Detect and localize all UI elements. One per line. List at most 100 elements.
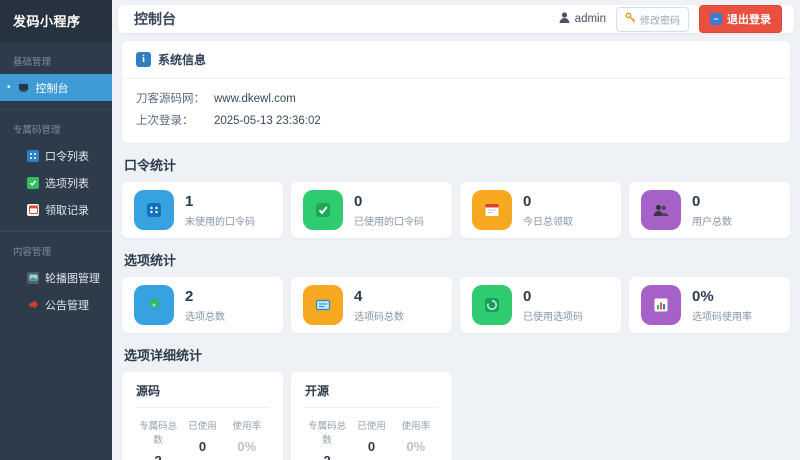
image-icon xyxy=(27,271,39,284)
sidebar-item-label: 选项列表 xyxy=(45,177,89,190)
col-value: 0% xyxy=(237,439,257,454)
info-icon: i xyxy=(136,52,151,67)
col-header: 专属码总数 xyxy=(139,421,178,446)
sidebar: 发码小程序 基础管理 • 控制台 专属码管理 口令列表 选项列表 领取记录 内容… xyxy=(0,0,112,460)
keypad-icon xyxy=(27,149,39,162)
stat-card-option-codes-total: 4 选项码总数 xyxy=(291,277,452,333)
stat-card-today-claims: 0 今日总领取 xyxy=(460,182,621,238)
col-value: 2 xyxy=(305,453,349,460)
option-stats-row: 2 选项总数 4 选项码总数 0 已使用选项码 0% 选项码使用率 xyxy=(122,277,790,333)
system-info-title: 系统信息 xyxy=(158,53,207,67)
change-password-button[interactable]: 修改密码 xyxy=(616,6,689,32)
stat-label: 选项码总数 xyxy=(354,311,404,323)
detail-col-used: 已使用 0 xyxy=(180,418,224,460)
col-value: 0% xyxy=(406,439,426,454)
stat-value: 0 xyxy=(692,192,701,210)
detail-card-source: 源码 专属码总数 2 已使用 0 使用率 0% xyxy=(122,372,283,460)
stat-label: 未使用的口令码 xyxy=(185,216,255,228)
stat-value: 0 xyxy=(354,192,363,210)
stat-value: 1 xyxy=(185,192,194,210)
option-stats-title: 选项统计 xyxy=(124,253,177,268)
main-area: 控制台 admin 修改密码 − 退出登录 i 系统信息 刀客源码网： www.… xyxy=(112,0,800,460)
card-icon xyxy=(303,285,343,325)
site-label: 刀客源码网： xyxy=(136,93,205,105)
stat-card-total-users: 0 用户总数 xyxy=(629,182,790,238)
app-title: 发码小程序 xyxy=(0,0,112,42)
stat-label: 选项总数 xyxy=(185,311,225,323)
check-icon xyxy=(27,176,39,189)
sidebar-item-option-list[interactable]: 选项列表 xyxy=(0,169,112,196)
password-stats-row: 1 未使用的口令码 0 已使用的口令码 0 今日总领取 0 用户总数 xyxy=(122,182,790,238)
stat-card-option-total: 2 选项总数 xyxy=(122,277,283,333)
sidebar-item-label: 控制台 xyxy=(35,82,69,95)
stat-label: 选项码使用率 xyxy=(692,311,752,323)
username: admin xyxy=(574,13,606,25)
sidebar-item-password-list[interactable]: 口令列表 xyxy=(0,142,112,169)
stat-label: 用户总数 xyxy=(692,216,732,228)
topbar: 控制台 admin 修改密码 − 退出登录 xyxy=(118,5,794,33)
stat-value: 0 xyxy=(523,287,532,305)
sidebar-section-basic: 基础管理 xyxy=(13,57,52,68)
detail-col-total: 专属码总数 2 xyxy=(305,418,349,460)
stat-label: 已使用选项码 xyxy=(523,311,583,323)
key-icon xyxy=(625,12,636,26)
sidebar-item-claim-records[interactable]: 领取记录 xyxy=(0,196,112,223)
keypad-icon xyxy=(134,190,174,230)
logout-button[interactable]: − 退出登录 xyxy=(699,5,782,33)
site-value: www.dkewl.com xyxy=(214,93,296,105)
col-header: 已使用 xyxy=(188,421,217,432)
stat-label: 今日总领取 xyxy=(523,216,573,228)
stat-card-option-codes-used: 0 已使用选项码 xyxy=(460,277,621,333)
sidebar-item-label: 领取记录 xyxy=(45,204,89,217)
stat-value: 4 xyxy=(354,287,363,305)
page-title: 控制台 xyxy=(134,11,176,27)
detail-col-rate: 使用率 0% xyxy=(225,418,269,460)
col-value: 0 xyxy=(198,439,207,454)
last-login-value: 2025-05-13 23:36:02 xyxy=(214,115,321,127)
detail-col-total: 专属码总数 2 xyxy=(136,418,180,460)
system-info-row-site: 刀客源码网： www.dkewl.com xyxy=(136,88,776,110)
refresh-icon xyxy=(472,285,512,325)
logout-icon: − xyxy=(710,13,722,25)
last-login-label: 上次登录： xyxy=(136,115,194,127)
sidebar-section-codes: 专属码管理 xyxy=(13,125,61,136)
system-info-row-last-login: 上次登录： 2025-05-13 23:36:02 xyxy=(136,110,776,132)
detail-col-rate: 使用率 0% xyxy=(394,418,438,460)
logout-label: 退出登录 xyxy=(727,14,771,26)
stat-value: 2 xyxy=(185,287,194,305)
col-value: 0 xyxy=(367,439,376,454)
stat-card-option-usage-rate: 0% 选项码使用率 xyxy=(629,277,790,333)
sidebar-item-label: 轮播图管理 xyxy=(45,272,100,285)
stat-card-unused-passwords: 1 未使用的口令码 xyxy=(122,182,283,238)
sidebar-item-console[interactable]: • 控制台 xyxy=(0,74,112,101)
change-password-label: 修改密码 xyxy=(640,15,680,27)
col-header: 使用率 xyxy=(232,421,262,432)
user-icon xyxy=(558,11,571,27)
sidebar-section-content: 内容管理 xyxy=(13,247,52,258)
option-detail-title: 选项详细统计 xyxy=(124,348,203,363)
detail-card-name: 源码 xyxy=(136,382,269,408)
stat-value: 0% xyxy=(692,287,714,305)
users-icon xyxy=(641,190,681,230)
col-header: 专属码总数 xyxy=(308,421,347,446)
calendar-icon xyxy=(472,190,512,230)
calendar-icon xyxy=(27,203,39,216)
option-detail-row: 源码 专属码总数 2 已使用 0 使用率 0% xyxy=(122,372,790,460)
sidebar-item-label: 口令列表 xyxy=(45,150,89,163)
col-header: 已使用 xyxy=(357,421,386,432)
system-info-card: i 系统信息 刀客源码网： www.dkewl.com 上次登录： 2025-0… xyxy=(122,41,790,143)
stat-value: 0 xyxy=(523,192,532,210)
console-icon xyxy=(18,82,30,94)
col-value: 2 xyxy=(136,453,180,460)
stat-label: 已使用的口令码 xyxy=(354,216,424,228)
stat-card-used-passwords: 0 已使用的口令码 xyxy=(291,182,452,238)
user-chip[interactable]: admin xyxy=(558,11,606,27)
content: i 系统信息 刀客源码网： www.dkewl.com 上次登录： 2025-0… xyxy=(118,33,794,460)
sidebar-item-label: 公告管理 xyxy=(45,299,89,312)
sidebar-item-announcement-mgmt[interactable]: 公告管理 xyxy=(0,291,112,318)
detail-card-open-source: 开源 专属码总数 2 已使用 0 使用率 0% xyxy=(291,372,452,460)
col-header: 使用率 xyxy=(401,421,431,432)
sidebar-item-banner-mgmt[interactable]: 轮播图管理 xyxy=(0,264,112,291)
check-square-icon xyxy=(303,190,343,230)
puzzle-icon xyxy=(134,285,174,325)
